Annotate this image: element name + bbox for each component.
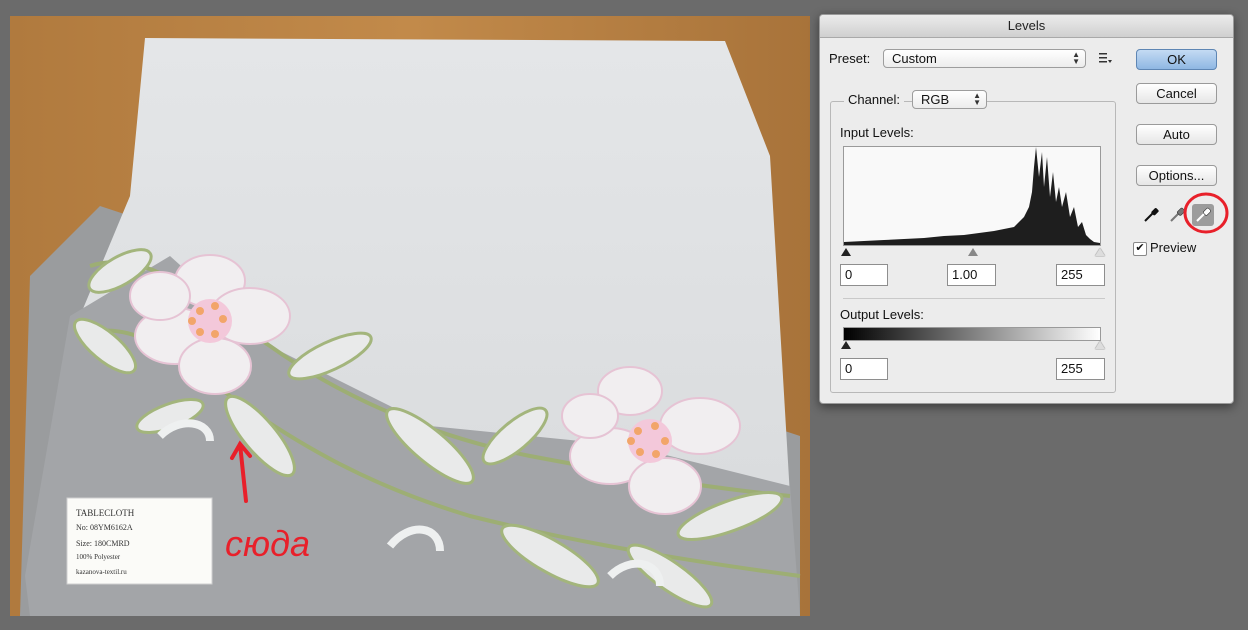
channel-select[interactable]: RGB ▲ ▼ — [912, 90, 987, 109]
output-white-slider[interactable] — [1095, 341, 1105, 349]
channel-label: Channel: — [844, 92, 905, 107]
output-gradient — [843, 327, 1101, 341]
label-line-5: kazanova-textil.ru — [76, 568, 127, 576]
label-line-2: No: 08YM6162A — [76, 523, 133, 532]
histogram-graph — [844, 147, 1100, 245]
popup-arrows-icon: ▲ ▼ — [973, 91, 981, 107]
output-white-field[interactable]: 255 — [1056, 358, 1105, 380]
cancel-button[interactable]: Cancel — [1136, 83, 1217, 104]
tablecloth-photo: TABLECLOTH No: 08YM6162A Size: 180CMRD 1… — [10, 16, 810, 616]
checkmark-icon: ✔ — [1135, 242, 1145, 254]
label-line-4: 100% Polyester — [76, 553, 121, 561]
ok-button[interactable]: OK — [1136, 49, 1217, 70]
output-black-field[interactable]: 0 — [840, 358, 888, 380]
input-levels-label: Input Levels: — [840, 125, 914, 140]
histogram — [843, 146, 1101, 246]
input-white-slider[interactable] — [1095, 248, 1105, 256]
red-circle-annotation — [1183, 192, 1229, 234]
auto-button[interactable]: Auto — [1136, 124, 1217, 145]
divider — [843, 298, 1105, 299]
preset-label: Preset: — [829, 51, 871, 66]
label-line-3: Size: 180CMRD — [76, 539, 130, 548]
input-black-slider[interactable] — [841, 248, 851, 256]
options-button[interactable]: Options... — [1136, 165, 1217, 186]
input-white-field[interactable]: 255 — [1056, 264, 1105, 286]
dialog-title[interactable]: Levels — [820, 15, 1233, 38]
preset-value: Custom — [892, 51, 937, 66]
levels-dialog: Levels Preset: Custom ▲ ▼ Channel: RGB ▲ ▼… — [819, 14, 1234, 404]
photo-canvas: TABLECLOTH No: 08YM6162A Size: 180CMRD 1… — [10, 16, 810, 616]
output-black-slider[interactable] — [841, 341, 851, 349]
output-levels-label: Output Levels: — [840, 307, 924, 322]
input-gamma-field[interactable]: 1.00 — [947, 264, 996, 286]
product-label: TABLECLOTH No: 08YM6162A Size: 180CMRD 1… — [66, 497, 213, 585]
input-gamma-slider[interactable] — [968, 248, 978, 256]
channel-value: RGB — [921, 92, 950, 107]
preset-options-icon[interactable] — [1099, 52, 1113, 64]
preview-label: Preview — [1150, 240, 1197, 255]
preview-checkbox[interactable]: ✔ — [1133, 242, 1147, 256]
annotation-text: сюда — [225, 523, 310, 564]
label-line-1: TABLECLOTH — [76, 508, 135, 518]
preset-select[interactable]: Custom ▲ ▼ — [883, 49, 1086, 68]
popup-arrows-icon: ▲ ▼ — [1072, 50, 1080, 66]
input-black-field[interactable]: 0 — [840, 264, 888, 286]
black-eyedropper-icon[interactable] — [1140, 204, 1162, 226]
